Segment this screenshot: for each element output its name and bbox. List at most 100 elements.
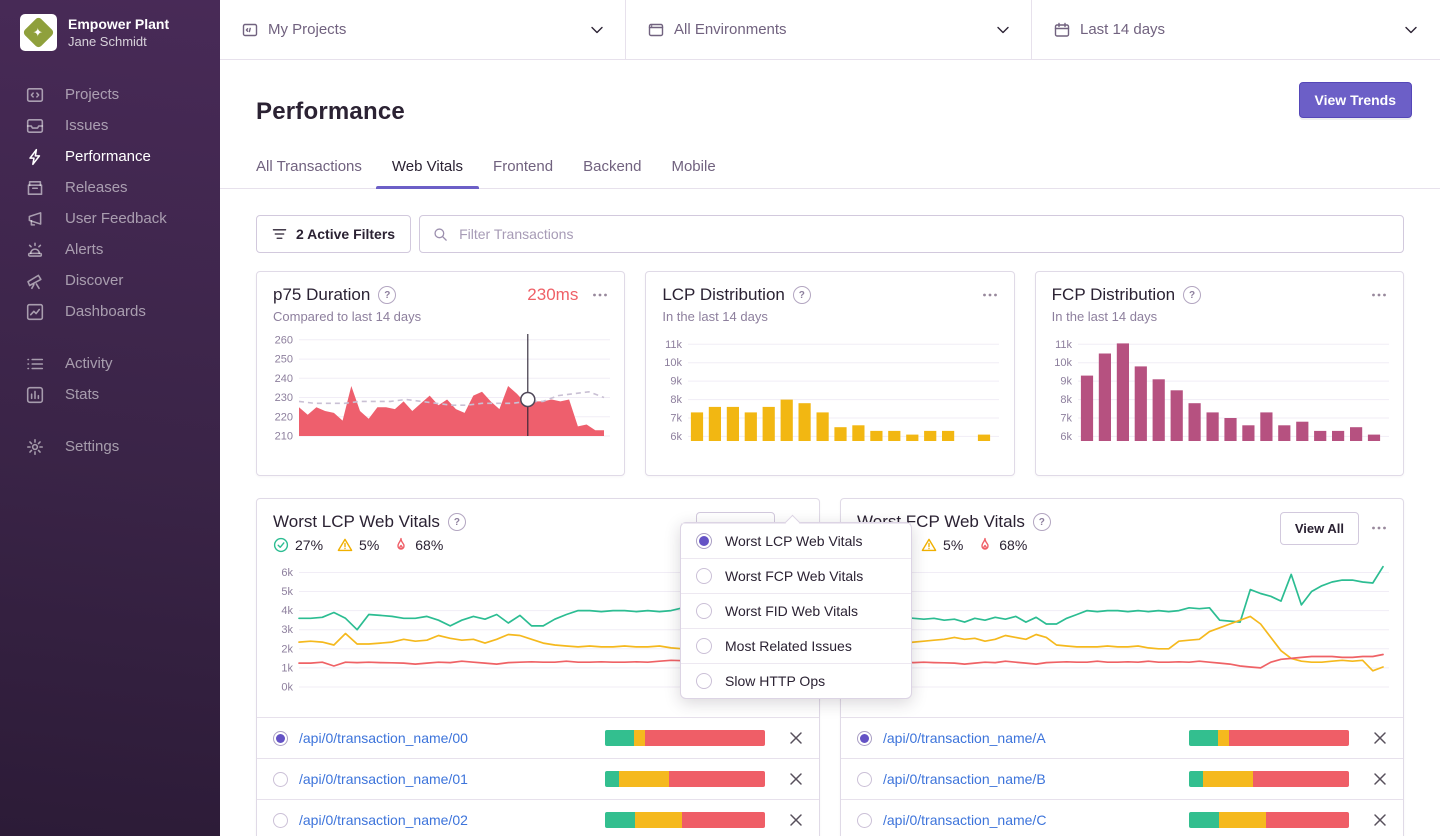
transaction-link[interactable]: /api/0/transaction_name/00 (299, 730, 468, 746)
sidebar-item-label: Dashboards (65, 303, 146, 320)
close-icon[interactable] (789, 772, 803, 786)
transaction-radio[interactable] (857, 730, 872, 746)
menu-item-worst-fid[interactable]: Worst FID Web Vitals (681, 593, 911, 628)
tab-web-vitals[interactable]: Web Vitals (375, 158, 480, 190)
close-icon[interactable] (789, 813, 803, 827)
tab-all-transactions[interactable]: All Transactions (256, 158, 362, 188)
card-menu-button[interactable] (1371, 520, 1387, 536)
transaction-row[interactable]: /api/0/transaction_name/01 (257, 758, 819, 799)
sidebar-item-label: Stats (65, 386, 100, 403)
tab-frontend[interactable]: Frontend (493, 158, 553, 188)
menu-item-worst-fcp[interactable]: Worst FCP Web Vitals (681, 558, 911, 593)
help-icon[interactable]: ? (1032, 513, 1051, 532)
fcp-distribution-chart[interactable]: 6k 7k 8k 9k 10k 11k (1044, 332, 1391, 446)
performance-icon (29, 148, 41, 165)
menu-item-label: Worst FCP Web Vitals (725, 568, 864, 584)
sidebar-item-label: Issues (65, 117, 109, 134)
chevron-down-icon (997, 21, 1009, 38)
good-stat: 27% (273, 537, 323, 553)
help-icon[interactable]: ? (378, 286, 397, 305)
transaction-link[interactable]: /api/0/transaction_name/01 (299, 771, 468, 787)
svg-text:1k: 1k (281, 663, 293, 675)
project-selector[interactable]: My Projects (220, 0, 626, 59)
svg-text:11k: 11k (665, 339, 682, 351)
lcp-distribution-chart[interactable]: 6k 7k 8k 9k 10k 11k (654, 332, 1001, 446)
sidebar-item-activity[interactable]: Activity (0, 348, 220, 379)
svg-text:230: 230 (275, 392, 293, 404)
card-title: LCP Distribution (662, 285, 785, 305)
sidebar-item-projects[interactable]: Projects (0, 79, 220, 110)
global-selection-bar: My Projects All Environments Last 14 day… (220, 0, 1440, 60)
transaction-radio[interactable] (857, 771, 872, 787)
help-icon[interactable]: ? (792, 286, 811, 305)
transaction-link[interactable]: /api/0/transaction_name/02 (299, 812, 468, 828)
transaction-row[interactable]: /api/0/transaction_name/00 (257, 717, 819, 758)
sidebar-item-issues[interactable]: Issues (0, 110, 220, 141)
sidebar-item-user-feedback[interactable]: User Feedback (0, 203, 220, 234)
svg-text:6k: 6k (1060, 431, 1072, 443)
transaction-link[interactable]: /api/0/transaction_name/B (883, 771, 1046, 787)
help-icon[interactable]: ? (447, 513, 466, 532)
transaction-search[interactable] (419, 215, 1404, 254)
transaction-row[interactable]: /api/0/transaction_name/02 (257, 799, 819, 836)
svg-text:260: 260 (275, 334, 293, 346)
view-trends-button[interactable]: View Trends (1298, 82, 1412, 118)
flame-icon (397, 538, 405, 550)
transaction-radio[interactable] (857, 812, 872, 828)
transaction-row[interactable]: /api/0/transaction_name/C (841, 799, 1403, 836)
org-switcher[interactable]: Empower Plant Jane Schmidt (0, 0, 220, 51)
sidebar-item-label: Activity (65, 355, 113, 372)
view-all-button[interactable]: View All (1279, 512, 1359, 546)
close-icon[interactable] (1373, 772, 1387, 786)
worst-fcp-vitals-chart[interactable]: 0k1k2k3k4k5k6k (849, 555, 1391, 705)
search-input[interactable] (457, 225, 1390, 244)
close-icon[interactable] (1373, 813, 1387, 827)
card-menu-button[interactable] (982, 287, 998, 303)
svg-text:8k: 8k (1060, 394, 1072, 406)
menu-item-worst-lcp[interactable]: Worst LCP Web Vitals (681, 523, 911, 558)
org-logo-icon (20, 14, 57, 51)
flame-icon (981, 538, 989, 550)
card-menu-button[interactable] (1371, 287, 1387, 303)
tab-mobile[interactable]: Mobile (671, 158, 715, 188)
sidebar-item-stats[interactable]: Stats (0, 379, 220, 410)
card-menu-button[interactable] (592, 287, 608, 303)
tab-backend[interactable]: Backend (583, 158, 641, 188)
active-filters-button[interactable]: 2 Active Filters (256, 215, 412, 254)
sidebar-item-dashboards[interactable]: Dashboards (0, 296, 220, 327)
transaction-list: /api/0/transaction_name/A /api/0/transac… (841, 717, 1403, 836)
menu-item-most-related-issues[interactable]: Most Related Issues (681, 628, 911, 663)
environment-selector[interactable]: All Environments (626, 0, 1032, 59)
p75-duration-chart[interactable]: 210 220 230 240 250 260 (265, 332, 612, 446)
transaction-radio[interactable] (273, 812, 288, 828)
sidebar-item-discover[interactable]: Discover (0, 265, 220, 296)
main-content: Performance View Trends All Transactions… (220, 60, 1440, 836)
transaction-row[interactable]: /api/0/transaction_name/B (841, 758, 1403, 799)
transaction-radio[interactable] (273, 771, 288, 787)
warning-triangle-icon (337, 538, 353, 552)
vitals-distribution-bar (1189, 812, 1349, 829)
worst-fcp-vitals-card: Worst FCP Web Vitals ? 27% 5% 68% View A… (840, 498, 1404, 836)
sidebar-item-alerts[interactable]: Alerts (0, 234, 220, 265)
transaction-link[interactable]: /api/0/transaction_name/A (883, 730, 1046, 746)
sidebar-item-releases[interactable]: Releases (0, 172, 220, 203)
menu-item-label: Most Related Issues (725, 638, 852, 654)
sidebar-item-settings[interactable]: Settings (0, 431, 220, 462)
transaction-row[interactable]: /api/0/transaction_name/A (841, 717, 1403, 758)
releases-icon (27, 180, 43, 195)
sidebar-item-label: Settings (65, 438, 120, 455)
org-name: Empower Plant (68, 16, 170, 32)
help-icon[interactable]: ? (1183, 286, 1202, 305)
sidebar-item-performance[interactable]: Performance (0, 141, 220, 172)
menu-radio (696, 568, 712, 584)
menu-item-slow-http-ops[interactable]: Slow HTTP Ops (681, 663, 911, 698)
close-icon[interactable] (789, 731, 803, 745)
poor-stat: 68% (393, 537, 443, 553)
svg-text:5k: 5k (281, 586, 293, 598)
settings-icon (27, 438, 43, 455)
date-range-selector[interactable]: Last 14 days (1032, 0, 1439, 59)
close-icon[interactable] (1373, 731, 1387, 745)
meh-stat: 5% (921, 537, 963, 553)
transaction-radio[interactable] (273, 730, 288, 746)
transaction-link[interactable]: /api/0/transaction_name/C (883, 812, 1046, 828)
